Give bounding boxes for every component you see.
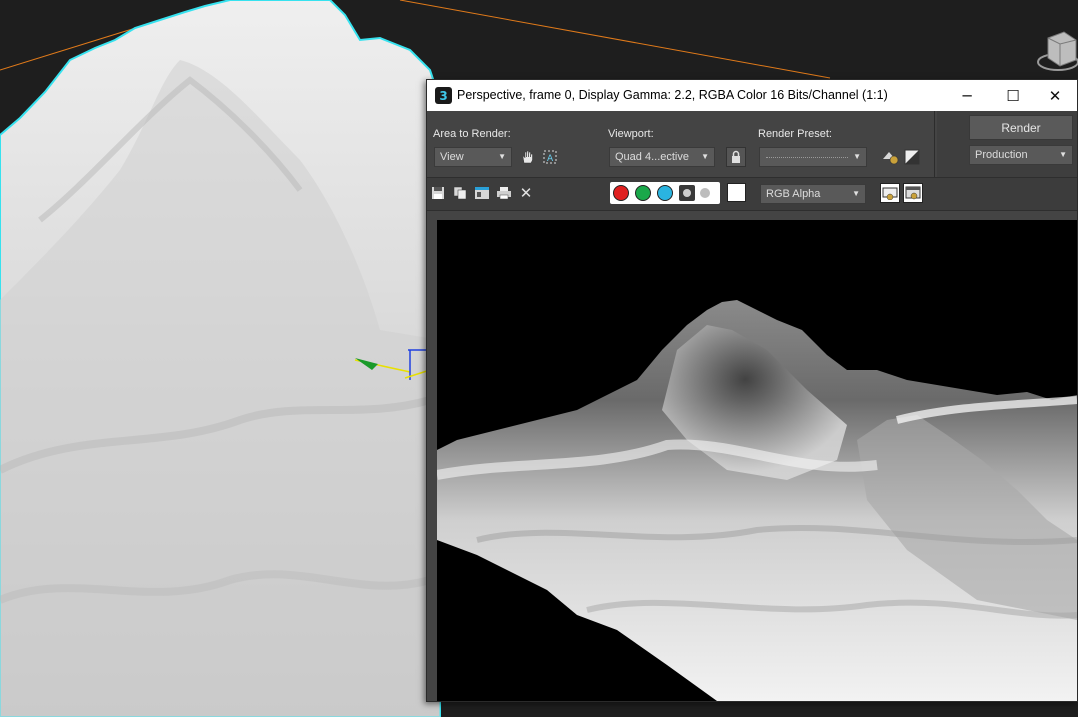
- area-to-render-value: View: [440, 151, 464, 163]
- maximize-button[interactable]: ☐: [990, 80, 1036, 111]
- window-title: Perspective, frame 0, Display Gamma: 2.2…: [457, 88, 888, 102]
- panel-divider: [934, 111, 935, 177]
- area-to-render-label: Area to Render:: [433, 128, 511, 140]
- pan-hand-icon[interactable]: [518, 147, 538, 167]
- close-button[interactable]: ✕: [1032, 80, 1078, 111]
- channel-display-dropdown[interactable]: RGB Alpha ▼: [760, 184, 866, 204]
- red-channel-toggle[interactable]: [613, 185, 629, 201]
- blue-channel-toggle[interactable]: [657, 185, 673, 201]
- display-alpha-icon[interactable]: [679, 185, 695, 201]
- render-button[interactable]: Render: [969, 115, 1073, 140]
- frame-window-icon[interactable]: [880, 183, 900, 203]
- viewport-value: Quad 4...ective: [615, 151, 689, 163]
- viewcube-icon[interactable]: [1030, 20, 1078, 80]
- copy-icon[interactable]: [452, 185, 468, 201]
- viewport-dropdown[interactable]: Quad 4...ective ▼: [609, 147, 715, 167]
- monochrome-icon[interactable]: [700, 188, 710, 198]
- chevron-down-icon: ▼: [853, 152, 861, 161]
- chevron-down-icon: ▼: [852, 189, 860, 198]
- viewport-label: Viewport:: [608, 128, 654, 140]
- region-select-icon[interactable]: A: [540, 147, 560, 167]
- render-frame-icon[interactable]: [903, 183, 923, 203]
- chevron-down-icon: ▼: [701, 152, 709, 161]
- channel-toggles: [610, 182, 720, 204]
- channel-display-value: RGB Alpha: [766, 188, 821, 200]
- chevron-down-icon: ▼: [498, 152, 506, 161]
- app-3dsmax-icon: 3: [435, 87, 452, 104]
- area-to-render-dropdown[interactable]: View ▼: [434, 147, 512, 167]
- chevron-down-icon: ▼: [1059, 150, 1067, 159]
- production-value: Production: [975, 149, 1028, 161]
- render-setup-icon[interactable]: [880, 147, 900, 167]
- clear-icon[interactable]: ✕: [518, 184, 534, 202]
- clone-frame-icon[interactable]: [474, 185, 490, 201]
- environment-icon[interactable]: [902, 147, 922, 167]
- render-preset-label: Render Preset:: [758, 128, 832, 140]
- rendered-frame-window[interactable]: 3 Perspective, frame 0, Display Gamma: 2…: [426, 79, 1078, 702]
- color-swatch[interactable]: [727, 183, 746, 202]
- save-icon[interactable]: [430, 185, 446, 201]
- title-bar[interactable]: 3 Perspective, frame 0, Display Gamma: 2…: [427, 80, 1077, 111]
- frame-toolbar: ✕ RGB Alpha ▼: [427, 177, 1077, 211]
- svg-text:A: A: [547, 154, 554, 164]
- production-dropdown[interactable]: Production ▼: [969, 145, 1073, 165]
- rendered-image[interactable]: [437, 220, 1077, 701]
- print-icon[interactable]: [496, 185, 512, 201]
- minimize-button[interactable]: ─: [944, 80, 990, 111]
- green-channel-toggle[interactable]: [635, 185, 651, 201]
- render-panel: Render Production ▼: [937, 111, 1077, 177]
- render-preset-dropdown[interactable]: ▼: [759, 147, 867, 167]
- lock-icon[interactable]: [726, 147, 746, 167]
- render-controls: Area to Render: View ▼ A Viewport: Quad …: [427, 111, 1077, 177]
